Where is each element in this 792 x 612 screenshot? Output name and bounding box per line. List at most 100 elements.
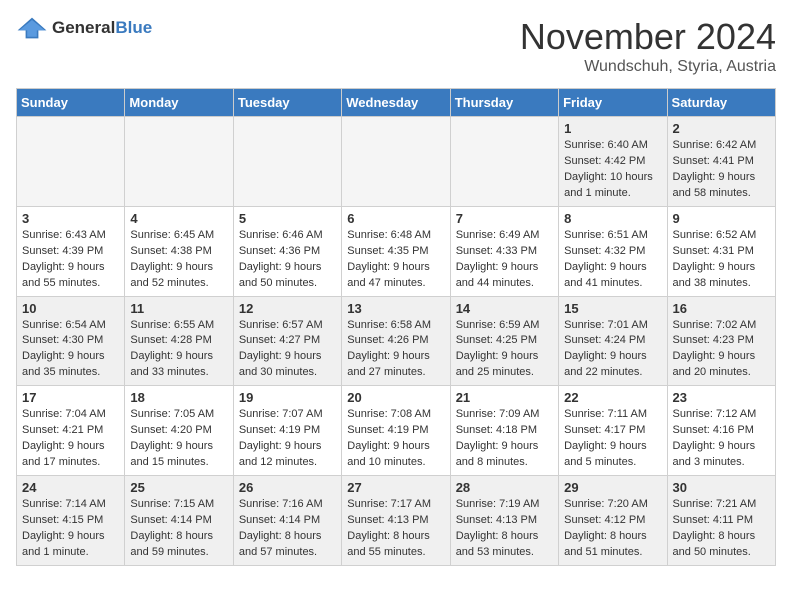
day-info: Sunrise: 6:40 AMSunset: 4:42 PMDaylight:…: [564, 138, 661, 202]
calendar-cell: 11 Sunrise: 6:55 AMSunset: 4:28 PMDayligh…: [125, 296, 233, 386]
calendar-cell: 12 Sunrise: 6:57 AMSunset: 4:27 PMDayligh…: [233, 296, 341, 386]
day-number: 7: [456, 211, 553, 226]
day-info: Sunrise: 6:43 AMSunset: 4:39 PMDaylight:…: [22, 228, 119, 292]
calendar-cell: 7 Sunrise: 6:49 AMSunset: 4:33 PMDaylight…: [450, 206, 558, 296]
calendar-cell: 19 Sunrise: 7:07 AMSunset: 4:19 PMDayligh…: [233, 386, 341, 476]
column-header-thursday: Thursday: [450, 89, 558, 117]
day-number: 25: [130, 480, 227, 495]
logo-icon: [16, 16, 48, 40]
day-number: 24: [22, 480, 119, 495]
week-row-3: 10Sunrise: 6:54 AMSunset: 4:30 PMDayligh…: [17, 296, 776, 386]
calendar-cell: 23 Sunrise: 7:12 AMSunset: 4:16 PMDayligh…: [667, 386, 775, 476]
day-info: Sunrise: 6:57 AMSunset: 4:27 PMDaylight:…: [239, 318, 336, 382]
day-number: 4: [130, 211, 227, 226]
calendar-cell: 18 Sunrise: 7:05 AMSunset: 4:20 PMDayligh…: [125, 386, 233, 476]
calendar-header-row: SundayMondayTuesdayWednesdayThursdayFrid…: [17, 89, 776, 117]
title-area: November 2024 Wundschuh, Styria, Austria: [520, 16, 776, 76]
calendar-cell: 2Sunrise: 6:42 AMSunset: 4:41 PMDaylight…: [667, 117, 775, 207]
day-number: 28: [456, 480, 553, 495]
day-number: 26: [239, 480, 336, 495]
day-info: Sunrise: 6:48 AMSunset: 4:35 PMDaylight:…: [347, 228, 444, 292]
calendar-cell: [342, 117, 450, 207]
day-info: Sunrise: 7:08 AMSunset: 4:19 PMDaylight:…: [347, 407, 444, 471]
day-info: Sunrise: 7:12 AMSunset: 4:16 PMDaylight:…: [673, 407, 770, 471]
day-number: 16: [673, 301, 770, 316]
column-header-wednesday: Wednesday: [342, 89, 450, 117]
day-number: 21: [456, 390, 553, 405]
day-number: 19: [239, 390, 336, 405]
day-number: 8: [564, 211, 661, 226]
calendar-cell: 9Sunrise: 6:52 AMSunset: 4:31 PMDaylight…: [667, 206, 775, 296]
day-info: Sunrise: 7:01 AMSunset: 4:24 PMDaylight:…: [564, 318, 661, 382]
day-info: Sunrise: 7:05 AMSunset: 4:20 PMDaylight:…: [130, 407, 227, 471]
day-number: 29: [564, 480, 661, 495]
day-info: Sunrise: 6:55 AMSunset: 4:28 PMDaylight:…: [130, 318, 227, 382]
day-info: Sunrise: 7:20 AMSunset: 4:12 PMDaylight:…: [564, 497, 661, 561]
calendar-cell: 28 Sunrise: 7:19 AMSunset: 4:13 PMDayligh…: [450, 476, 558, 566]
day-info: Sunrise: 7:16 AMSunset: 4:14 PMDaylight:…: [239, 497, 336, 561]
column-header-tuesday: Tuesday: [233, 89, 341, 117]
calendar-cell: 29 Sunrise: 7:20 AMSunset: 4:12 PMDayligh…: [559, 476, 667, 566]
column-header-saturday: Saturday: [667, 89, 775, 117]
location-subtitle: Wundschuh, Styria, Austria: [520, 58, 776, 76]
day-number: 15: [564, 301, 661, 316]
logo-blue: Blue: [115, 18, 152, 37]
day-number: 9: [673, 211, 770, 226]
day-number: 5: [239, 211, 336, 226]
day-info: Sunrise: 7:14 AMSunset: 4:15 PMDaylight:…: [22, 497, 119, 561]
week-row-2: 3 Sunrise: 6:43 AMSunset: 4:39 PMDaylight…: [17, 206, 776, 296]
day-number: 13: [347, 301, 444, 316]
day-number: 18: [130, 390, 227, 405]
day-number: 1: [564, 121, 661, 136]
month-title: November 2024: [520, 16, 776, 58]
day-info: Sunrise: 6:59 AMSunset: 4:25 PMDaylight:…: [456, 318, 553, 382]
day-number: 30: [673, 480, 770, 495]
calendar-cell: 5 Sunrise: 6:46 AMSunset: 4:36 PMDaylight…: [233, 206, 341, 296]
calendar-cell: 1 Sunrise: 6:40 AMSunset: 4:42 PMDaylight…: [559, 117, 667, 207]
calendar-cell: 16 Sunrise: 7:02 AMSunset: 4:23 PMDayligh…: [667, 296, 775, 386]
day-info: Sunrise: 7:09 AMSunset: 4:18 PMDaylight:…: [456, 407, 553, 471]
calendar-cell: 14 Sunrise: 6:59 AMSunset: 4:25 PMDayligh…: [450, 296, 558, 386]
day-number: 14: [456, 301, 553, 316]
day-number: 17: [22, 390, 119, 405]
calendar-body: 1 Sunrise: 6:40 AMSunset: 4:42 PMDaylight…: [17, 117, 776, 566]
calendar-cell: 24 Sunrise: 7:14 AMSunset: 4:15 PMDayligh…: [17, 476, 125, 566]
calendar-cell: [125, 117, 233, 207]
day-info: Sunrise: 6:49 AMSunset: 4:33 PMDaylight:…: [456, 228, 553, 292]
calendar-cell: 4 Sunrise: 6:45 AMSunset: 4:38 PMDaylight…: [125, 206, 233, 296]
calendar-cell: 10Sunrise: 6:54 AMSunset: 4:30 PMDayligh…: [17, 296, 125, 386]
day-number: 11: [130, 301, 227, 316]
calendar-cell: 3 Sunrise: 6:43 AMSunset: 4:39 PMDaylight…: [17, 206, 125, 296]
day-info: Sunrise: 7:02 AMSunset: 4:23 PMDaylight:…: [673, 318, 770, 382]
calendar-cell: 26 Sunrise: 7:16 AMSunset: 4:14 PMDayligh…: [233, 476, 341, 566]
day-info: Sunrise: 6:45 AMSunset: 4:38 PMDaylight:…: [130, 228, 227, 292]
column-header-monday: Monday: [125, 89, 233, 117]
week-row-4: 17 Sunrise: 7:04 AMSunset: 4:21 PMDayligh…: [17, 386, 776, 476]
calendar-cell: 13Sunrise: 6:58 AMSunset: 4:26 PMDayligh…: [342, 296, 450, 386]
calendar-cell: 22Sunrise: 7:11 AMSunset: 4:17 PMDayligh…: [559, 386, 667, 476]
week-row-1: 1 Sunrise: 6:40 AMSunset: 4:42 PMDaylight…: [17, 117, 776, 207]
day-number: 2: [673, 121, 770, 136]
day-info: Sunrise: 7:19 AMSunset: 4:13 PMDaylight:…: [456, 497, 553, 561]
day-info: Sunrise: 7:04 AMSunset: 4:21 PMDaylight:…: [22, 407, 119, 471]
day-number: 12: [239, 301, 336, 316]
day-info: Sunrise: 7:21 AMSunset: 4:11 PMDaylight:…: [673, 497, 770, 561]
calendar-cell: 21 Sunrise: 7:09 AMSunset: 4:18 PMDayligh…: [450, 386, 558, 476]
header: GeneralBlue November 2024 Wundschuh, Sty…: [16, 16, 776, 76]
day-number: 3: [22, 211, 119, 226]
day-number: 23: [673, 390, 770, 405]
calendar-cell: 27Sunrise: 7:17 AMSunset: 4:13 PMDayligh…: [342, 476, 450, 566]
logo: GeneralBlue: [16, 16, 152, 40]
week-row-5: 24 Sunrise: 7:14 AMSunset: 4:15 PMDayligh…: [17, 476, 776, 566]
day-info: Sunrise: 6:51 AMSunset: 4:32 PMDaylight:…: [564, 228, 661, 292]
calendar-cell: 30 Sunrise: 7:21 AMSunset: 4:11 PMDayligh…: [667, 476, 775, 566]
calendar-cell: [233, 117, 341, 207]
calendar-cell: [17, 117, 125, 207]
day-info: Sunrise: 6:46 AMSunset: 4:36 PMDaylight:…: [239, 228, 336, 292]
day-info: Sunrise: 7:11 AMSunset: 4:17 PMDaylight:…: [564, 407, 661, 471]
day-info: Sunrise: 7:07 AMSunset: 4:19 PMDaylight:…: [239, 407, 336, 471]
day-number: 6: [347, 211, 444, 226]
calendar-cell: 15 Sunrise: 7:01 AMSunset: 4:24 PMDayligh…: [559, 296, 667, 386]
calendar-cell: 6 Sunrise: 6:48 AMSunset: 4:35 PMDaylight…: [342, 206, 450, 296]
day-info: Sunrise: 7:15 AMSunset: 4:14 PMDaylight:…: [130, 497, 227, 561]
